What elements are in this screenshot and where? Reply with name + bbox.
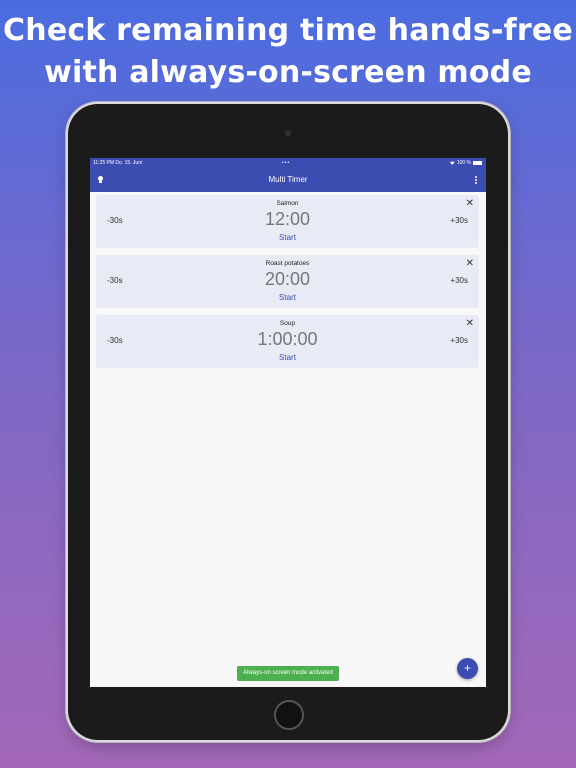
status-indicators: 100 % — [449, 158, 482, 168]
start-button[interactable]: Start — [96, 293, 479, 302]
headline: Check remaining time hands-free with alw… — [0, 10, 576, 94]
timer-time: 1:00:00 — [257, 329, 318, 349]
tablet-frame: 11:25 PM Do. 15. Juni ••• 100 % Multi Ti… — [68, 104, 508, 740]
plus-30s-button[interactable]: +30s — [450, 216, 468, 225]
headline-line-2: with always-on-screen mode — [44, 55, 532, 90]
camera-icon — [285, 130, 291, 136]
app-screen: 11:25 PM Do. 15. Juni ••• 100 % Multi Ti… — [90, 158, 486, 687]
timer-name: Roast potatoes — [265, 260, 310, 267]
app-title: Multi Timer — [268, 175, 308, 184]
close-icon[interactable]: ✕ — [466, 319, 474, 329]
snackbar: Always-on screen mode activated — [237, 666, 339, 681]
battery-icon — [473, 161, 482, 165]
timer-card: Roast potatoes ✕ -30s 20:00 +30s Start — [96, 255, 479, 308]
app-bar: Multi Timer — [90, 168, 486, 192]
start-button[interactable]: Start — [96, 233, 479, 242]
timer-name: Salmon — [276, 200, 299, 207]
timer-card: Soup ✕ -30s 1:00:00 +30s Start — [96, 315, 479, 368]
home-button[interactable] — [274, 700, 304, 730]
add-timer-button[interactable]: + — [457, 658, 478, 679]
timer-time: 20:00 — [264, 269, 311, 289]
timer-card: Salmon ✕ -30s 12:00 +30s Start — [96, 195, 479, 248]
status-dots: ••• — [282, 160, 291, 166]
more-vertical-icon[interactable] — [472, 174, 480, 186]
timer-time: 12:00 — [264, 209, 311, 229]
plus-30s-button[interactable]: +30s — [450, 276, 468, 285]
wifi-icon — [449, 161, 455, 165]
battery-percent: 100 % — [456, 160, 471, 166]
timer-name: Soup — [279, 320, 296, 327]
plus-30s-button[interactable]: +30s — [450, 336, 468, 345]
status-time-date: 11:25 PM Do. 15. Juni — [93, 160, 143, 166]
status-bar: 11:25 PM Do. 15. Juni ••• 100 % — [90, 158, 486, 168]
close-icon[interactable]: ✕ — [466, 259, 474, 269]
start-button[interactable]: Start — [96, 353, 479, 362]
headline-line-1: Check remaining time hands-free — [3, 13, 573, 48]
close-icon[interactable]: ✕ — [466, 199, 474, 209]
